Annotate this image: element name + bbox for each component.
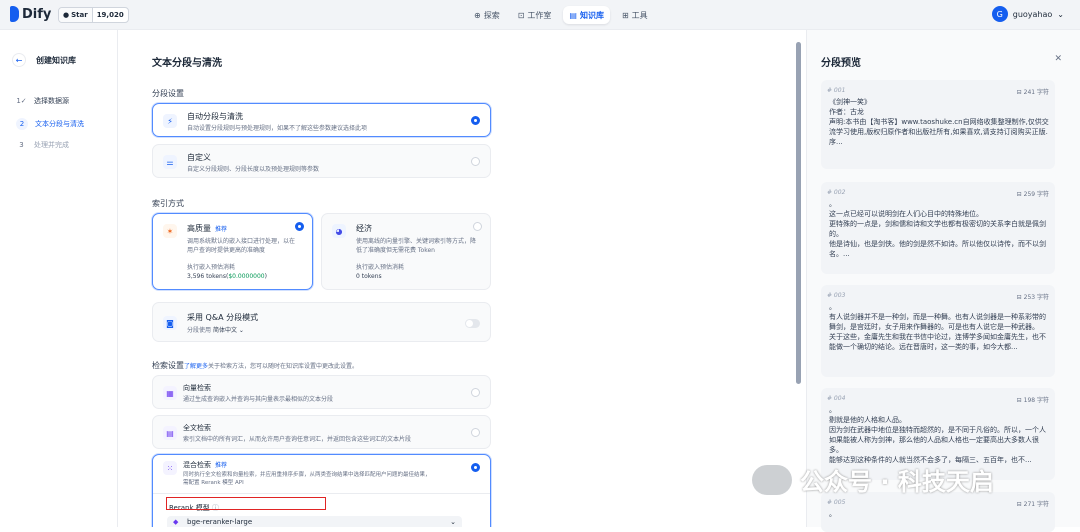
char-count: ⊟ 253 字符 [1016,294,1049,301]
recommended-badge: 推荐 [215,226,228,233]
page-title: 文本分段与清洗 [152,58,222,69]
text-icon: ⊟ [1016,89,1022,96]
text-icon: ⊟ [1016,501,1022,508]
user-menu[interactable]: G guoyahao ⌄ [991,6,1064,22]
high-quality-cost: 3,596 tokens($0.0000000) [187,273,267,280]
custom-segment-option[interactable]: ⚌ 自定义 自定义分段规则、分段长度以及预处理规则等参数 [152,144,491,178]
list-item: # 001 ⊟ 241 字符 《剑神一笑》 作者：古龙 声明:本书由【淘书客】ww… [821,80,1055,169]
economy-cost: 0 tokens [356,273,382,280]
rerank-highlight-box [166,497,326,510]
char-count: ⊟ 241 字符 [1016,89,1049,96]
hybrid-search-option[interactable]: ⁙ 混合检索 推荐 同时执行全文检索和向量检索，并应用重排序步骤，从两类查询结果中… [152,454,491,527]
custom-segment-radio[interactable] [471,157,480,166]
document-search-icon: ▤ [163,426,177,440]
nav-studio[interactable]: ⊡ 工作室 [512,6,558,24]
text-icon: ⊟ [1016,191,1022,198]
segmentation-section-label: 分段设置 [152,89,184,98]
segment-preview-panel: 分段预览 ✕ # 001 ⊟ 241 字符 《剑神一笑》 作者：古龙 声明:本书由… [806,30,1080,532]
language-select[interactable]: 简体中文 ⌄ [213,327,244,334]
high-quality-radio[interactable] [295,222,304,231]
sliders-icon: ⚌ [163,155,177,169]
step-number: 1✓ [16,97,27,105]
char-count: ⊟ 271 字符 [1016,501,1049,508]
auto-segment-option[interactable]: ⚡ 自动分段与清洗 自动设置分段规则与预处理规则，如果不了解这些参数建议选择此项 [152,103,491,137]
char-count: ⊟ 259 字符 [1016,191,1049,198]
step-process-finish: 3 处理并完成 [16,140,69,150]
sidebar-title: 创建知识库 [36,56,76,65]
divider [153,493,490,494]
dify-logo[interactable]: Dify [10,6,51,22]
nav-knowledge[interactable]: ▤ 知识库 [563,6,610,24]
app-name: Dify [22,6,52,22]
economy-radio[interactable] [473,222,482,231]
retrieval-section-label: 检索设置了解更多关于检索方法，您可以随时在知识库设置中更改此设置。 [152,361,359,370]
compass-icon: ⊕ [474,10,481,20]
char-count: ⊟ 198 字符 [1016,397,1049,404]
economy-option[interactable]: ◕ 经济 使用离线的向量引擎、关键词索引等方式，降低了准确度但无需花费 Toke… [321,213,491,290]
qa-mode-toggle[interactable] [465,319,480,328]
preview-title: 分段预览 [821,58,861,69]
piggy-bank-icon: ◕ [332,224,346,238]
chevron-down-icon: ⌄ [450,518,456,526]
text-icon: ⊟ [1016,294,1022,301]
step-number: 2 [16,118,28,130]
hybrid-search-radio[interactable] [471,463,480,472]
steps-sidebar: ← 创建知识库 1✓ 选择数据源 2 文本分段与清洗 3 处理并完成 [0,30,118,527]
nav-explore[interactable]: ⊕ 探索 [468,6,506,24]
back-button[interactable]: ← [12,53,26,67]
nav-tools[interactable]: ⊞ 工具 [616,6,654,24]
list-item: # 002 ⊟ 259 字符 。 这一点已经可以说明剑在人们心目中的特殊地位。 更… [821,182,1055,274]
book-icon: ▤ [569,10,577,20]
high-quality-option[interactable]: ✶ 高质量 推荐 调用系统默认的嵌入接口进行处理，以在用户查询时提供更高的准确度 … [152,213,313,290]
dify-logo-mark [10,6,19,22]
vector-search-radio[interactable] [471,388,480,397]
studio-icon: ⊡ [517,10,525,20]
rerank-model-select[interactable]: ◆ bge-reranker-large ⌄ [167,516,462,527]
text-icon: ⊟ [1016,397,1022,404]
vector-search-option[interactable]: ▦ 向量检索 通过生成查询嵌入并查询与其向量表示最相似的文本分段 [152,375,491,409]
recommended-badge: 推荐 [215,462,228,469]
vector-icon: ▦ [163,386,177,400]
github-icon: ● [63,11,70,19]
star-label: Star [71,11,88,19]
star-count: 19,020 [96,11,124,19]
main-panel: 文本分段与清洗 分段设置 ⚡ 自动分段与清洗 自动设置分段规则与预处理规则，如果… [118,30,798,527]
top-nav-bar: Dify ● Star 19,020 ⊕ 探索 ⊡ 工作室 ▤ 知识库 ⊞ 工具 G gu… [0,0,1080,30]
model-icon: ◆ [173,518,179,526]
step-segment-clean[interactable]: 2 文本分段与清洗 [16,118,84,130]
qa-mode-option: ◙ 采用 Q&A 分段模式 分段使用 简体中文 ⌄ [152,302,491,342]
avatar: G [991,6,1008,22]
fulltext-search-radio[interactable] [471,428,480,437]
github-star-button[interactable]: ● Star 19,020 [58,7,129,23]
chevron-down-icon: ⌄ [1057,9,1064,19]
grid-icon: ⁙ [163,461,177,475]
learn-more-link[interactable]: 了解更多 [184,363,208,370]
chat-bubble-icon: ◙ [163,316,177,330]
fulltext-search-option[interactable]: ▤ 全文检索 索引文档中的所有词汇，从而允许用户查询任意词汇，并返回包含这些词汇… [152,415,491,449]
index-section-label: 索引方式 [152,199,184,208]
auto-segment-radio[interactable] [471,116,480,125]
lightning-icon: ⚡ [163,114,177,128]
tool-icon: ⊞ [621,10,629,20]
main-scrollbar[interactable] [796,42,801,384]
arrow-left-icon: ← [15,55,23,65]
list-item: # 005 ⊟ 271 字符 。 [821,492,1055,532]
user-name: guoyahao [1012,9,1053,19]
watermark: 公众号 · 科技天启 [752,462,994,497]
main-nav: ⊕ 探索 ⊡ 工作室 ▤ 知识库 ⊞ 工具 [468,6,654,24]
list-item: # 003 ⊟ 253 字符 。 有人说剑器并不是一种剑，而是一种舞。也有人说剑器… [821,285,1055,377]
step-select-source[interactable]: 1✓ 选择数据源 [16,96,69,106]
wechat-icon [752,464,792,495]
star-icon: ✶ [163,224,177,238]
step-number: 3 [19,141,24,149]
close-icon[interactable]: ✕ [1054,54,1062,64]
